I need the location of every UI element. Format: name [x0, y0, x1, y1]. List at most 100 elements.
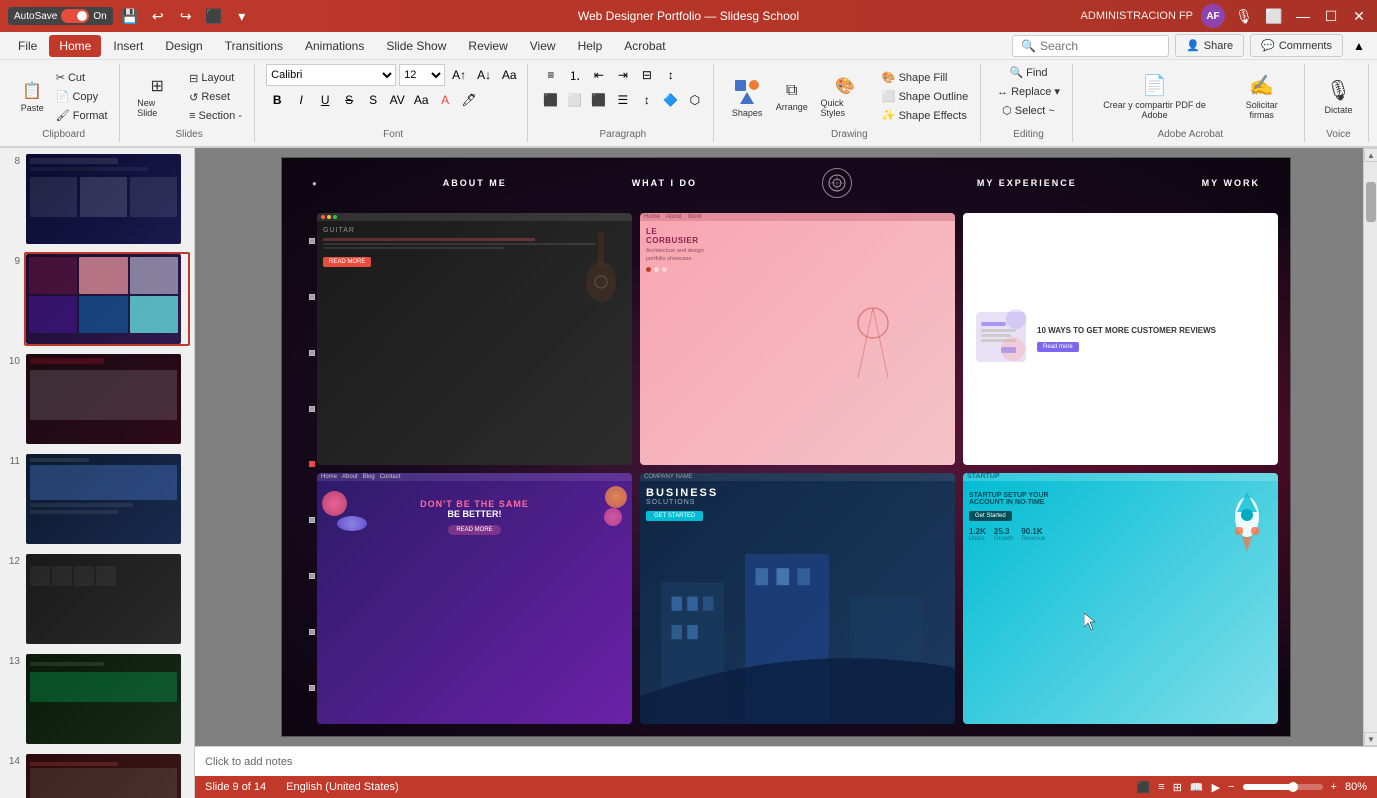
convert-button[interactable]: ⬡ [684, 89, 706, 111]
strikethrough-button[interactable]: S [338, 89, 360, 111]
align-center-button[interactable]: ⬜ [564, 89, 586, 111]
new-slide-button[interactable]: ⊞ New Slide [132, 73, 182, 121]
increase-indent-button[interactable]: ⇥ [612, 64, 634, 86]
reset-button[interactable]: ↺ Reset [185, 89, 246, 106]
mockup-card-5[interactable]: COMPANY NAME [640, 473, 955, 725]
menu-review[interactable]: Review [458, 35, 517, 57]
user-avatar[interactable]: AF [1201, 4, 1225, 28]
section-button[interactable]: ≡ Section - [185, 108, 246, 124]
scroll-up-button[interactable]: ▲ [1364, 148, 1377, 162]
shape-outline-button[interactable]: ⬜ Shape Outline [878, 88, 972, 105]
redo-button[interactable]: ↪ [175, 5, 197, 27]
increase-font-button[interactable]: A↑ [448, 64, 470, 86]
microphone-icon[interactable]: 🎙 [1233, 5, 1255, 27]
present-button[interactable]: ⬛ [203, 5, 225, 27]
display-settings-icon[interactable]: ⬜ [1263, 5, 1285, 27]
slide-thumb-14[interactable]: 14 [4, 752, 190, 798]
slide-thumb-13[interactable]: 13 [4, 652, 190, 746]
shapes-button[interactable]: Shapes [726, 73, 768, 121]
zoom-in-button[interactable]: + [1331, 781, 1337, 793]
menu-transitions[interactable]: Transitions [215, 35, 293, 57]
align-right-button[interactable]: ⬛ [588, 89, 610, 111]
menu-insert[interactable]: Insert [103, 35, 153, 57]
minimize-button[interactable]: — [1293, 6, 1313, 26]
zoom-slider[interactable] [1243, 784, 1323, 790]
numbering-button[interactable]: ⒈ [564, 64, 586, 86]
decrease-font-button[interactable]: A↓ [473, 64, 495, 86]
mockup-card-2[interactable]: Home About Work LECORBUSIER Architecture… [640, 213, 955, 465]
menu-help[interactable]: Help [568, 35, 613, 57]
quick-styles-button[interactable]: 🎨 Quick Styles [816, 73, 875, 121]
arrange-button[interactable]: ⧉ Arrange [771, 79, 813, 115]
dictate-button[interactable]: 🎙 Dictate [1319, 75, 1357, 118]
change-case-button[interactable]: Aa [410, 89, 432, 111]
zoom-out-button[interactable]: − [1228, 781, 1234, 793]
slide-thumb-8[interactable]: 8 [4, 152, 190, 246]
search-input[interactable] [1040, 39, 1160, 53]
menu-home[interactable]: Home [49, 35, 101, 57]
select-button[interactable]: ⬡ Select ~ [998, 102, 1059, 119]
nav-my-work[interactable]: MY WORK [1202, 178, 1260, 188]
autosave-badge[interactable]: AutoSave On [8, 7, 113, 25]
italic-button[interactable]: I [290, 89, 312, 111]
bullets-button[interactable]: ≡ [540, 64, 562, 86]
share-button[interactable]: 👤 Share [1175, 34, 1244, 57]
autosave-toggle[interactable] [61, 9, 89, 23]
line-spacing-button[interactable]: ↕ [636, 89, 658, 111]
menu-slideshow[interactable]: Slide Show [376, 35, 456, 57]
undo-button[interactable]: ↩ [147, 5, 169, 27]
scroll-thumb[interactable] [1366, 182, 1376, 222]
save-button[interactable]: 💾 [119, 5, 141, 27]
crear-pdf-button[interactable]: 📄 Crear y compartir PDF de Adobe [1085, 70, 1225, 123]
decrease-indent-button[interactable]: ⇤ [588, 64, 610, 86]
paste-button[interactable]: 📋 Paste [16, 78, 49, 116]
slide-thumb-11[interactable]: 11 [4, 452, 190, 546]
justify-button[interactable]: ☰ [612, 89, 634, 111]
shape-fill-button[interactable]: 🎨 Shape Fill [878, 69, 972, 86]
view-slide-sorter-icon[interactable]: ⊞ [1173, 781, 1182, 794]
font-color-button[interactable]: A [434, 89, 456, 111]
close-button[interactable]: ✕ [1349, 6, 1369, 26]
shape-effects-button[interactable]: ✨ Shape Effects [878, 107, 972, 124]
nav-what-i-do[interactable]: WHAT I DO [632, 178, 697, 188]
text-shadow-button[interactable]: S [362, 89, 384, 111]
underline-button[interactable]: U [314, 89, 336, 111]
nav-my-experience[interactable]: MY EXPERIENCE [977, 178, 1077, 188]
align-left-button[interactable]: ⬛ [540, 89, 562, 111]
view-slideshow-icon[interactable]: ▶ [1212, 781, 1220, 794]
scroll-track[interactable] [1364, 162, 1377, 732]
maximize-button[interactable]: ☐ [1321, 6, 1341, 26]
slide-thumb-9[interactable]: 9 [4, 252, 190, 346]
slide-thumb-12[interactable]: 12 [4, 552, 190, 646]
view-reading-icon[interactable]: 📖 [1190, 781, 1204, 794]
notes-area[interactable]: Click to add notes [195, 746, 1377, 776]
mockup-card-6[interactable]: STARTUP STARTUP SETUP YOURACCOUNT IN NO-… [963, 473, 1278, 725]
slide-canvas[interactable]: ● ABOUT ME WHAT I DO [281, 157, 1291, 737]
menu-acrobat[interactable]: Acrobat [614, 35, 675, 57]
comments-button[interactable]: 💬 Comments [1250, 34, 1343, 57]
smart-art-button[interactable]: 🔷 [660, 89, 682, 111]
menu-file[interactable]: File [8, 35, 47, 57]
font-name-select[interactable]: Calibri [266, 64, 396, 86]
bold-button[interactable]: B [266, 89, 288, 111]
mockup-card-1[interactable]: GUITAR [317, 213, 632, 465]
menu-animations[interactable]: Animations [295, 35, 374, 57]
text-direction-button[interactable]: ↕ [660, 64, 682, 86]
mockup-card-3[interactable]: 10 WAYS TO GET MORE CUSTOMER REVIEWS Rea… [963, 213, 1278, 465]
layout-button[interactable]: ⊟ Layout [185, 70, 246, 87]
scroll-down-button[interactable]: ▼ [1364, 732, 1377, 746]
font-size-select[interactable]: 12 [399, 64, 445, 86]
view-outline-icon[interactable]: ≡ [1158, 781, 1164, 793]
nav-about-me[interactable]: ABOUT ME [443, 178, 507, 188]
search-box[interactable]: 🔍 [1012, 35, 1169, 57]
menu-view[interactable]: View [520, 35, 566, 57]
copy-button[interactable]: 📄 Copy [52, 88, 112, 105]
clear-format-button[interactable]: Aa [498, 64, 520, 86]
customize-qa[interactable]: ▾ [231, 5, 253, 27]
slide-thumb-10[interactable]: 10 [4, 352, 190, 446]
highlight-button[interactable]: 🖊 [458, 89, 480, 111]
view-normal-icon[interactable]: ⬛ [1137, 781, 1151, 794]
ribbon-collapse-button[interactable]: ▲ [1349, 36, 1369, 56]
solicitar-firmas-button[interactable]: ✍ Solicitar firmas [1227, 70, 1296, 123]
char-spacing-button[interactable]: AV [386, 89, 408, 111]
